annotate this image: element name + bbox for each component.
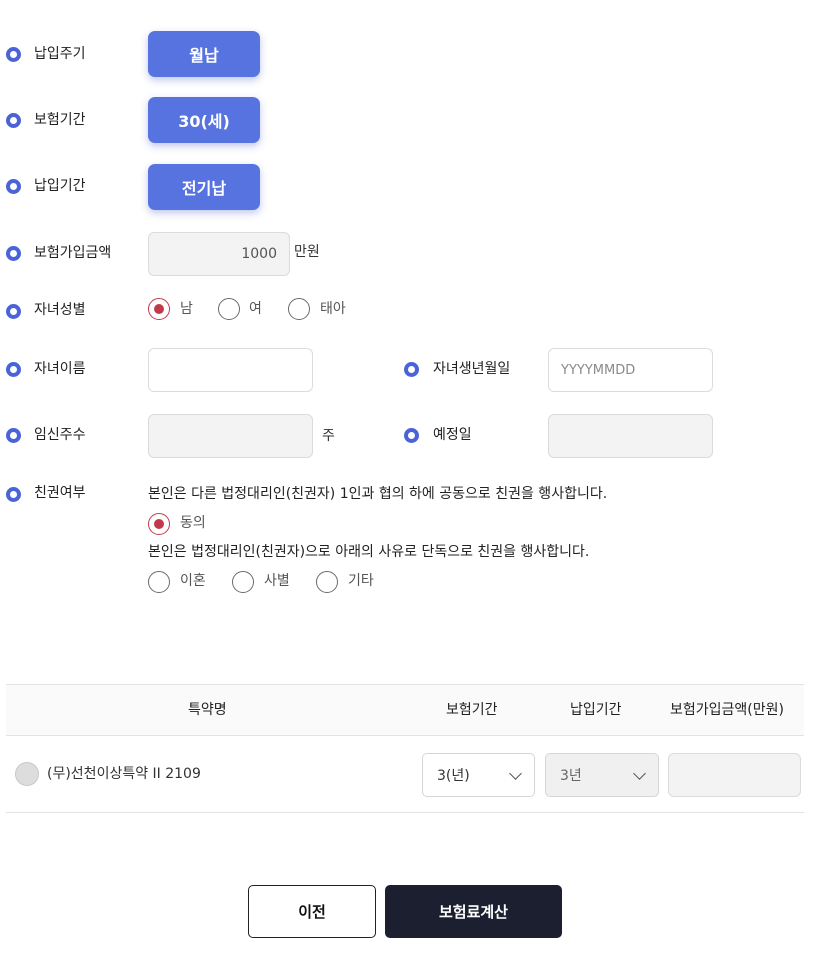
reason-other-label: 기타	[348, 573, 374, 589]
rider-period-value: 3(년)	[437, 768, 470, 784]
joint-authority-sentence: 본인은 다른 법정대리인(친권자) 1인과 협의 하에 공동으로 친권을 행사합…	[148, 486, 608, 502]
child-name-input[interactable]	[148, 348, 313, 392]
bullet-icon	[6, 304, 21, 319]
pregnancy-weeks-label: 임신주수	[34, 427, 86, 443]
bullet-icon	[6, 428, 21, 443]
reason-bereavement-label: 사별	[264, 573, 290, 589]
rider-pay-period-select[interactable]: 3년	[545, 753, 659, 797]
reason-divorce-radio[interactable]	[148, 571, 170, 593]
table-divider	[6, 812, 804, 813]
col-insurance-period: 보험기간	[446, 702, 498, 718]
gender-fetus-label: 태아	[320, 301, 346, 317]
payment-period-button[interactable]: 전기납	[148, 164, 260, 210]
chevron-down-icon	[509, 767, 522, 780]
rider-period-select[interactable]: 3(년)	[422, 753, 535, 797]
calculate-premium-button[interactable]: 보험료계산	[385, 885, 562, 938]
insured-amount-label: 보험가입금액	[34, 245, 112, 261]
bullet-icon	[6, 179, 21, 194]
pregnancy-weeks-unit: 주	[322, 428, 335, 444]
child-birth-input[interactable]: YYYYMMDD	[548, 348, 713, 392]
gender-female-radio[interactable]	[218, 298, 240, 320]
bullet-icon	[404, 362, 419, 377]
child-birth-label: 자녀생년월일	[433, 361, 511, 377]
prev-button[interactable]: 이전	[248, 885, 376, 938]
rider-name: (무)선천이상특약 II 2109	[47, 766, 201, 782]
sole-authority-sentence: 본인은 법정대리인(친권자)으로 아래의 사유로 단독으로 친권을 행사합니다.	[148, 544, 590, 560]
insurance-period-label: 보험기간	[34, 112, 86, 128]
insured-amount-input[interactable]: 1000	[148, 232, 290, 276]
agree-label: 동의	[180, 515, 206, 531]
bullet-icon	[6, 487, 21, 502]
bullet-icon	[404, 428, 419, 443]
reason-bereavement-radio[interactable]	[232, 571, 254, 593]
col-insured-amount: 보험가입금액(만원)	[670, 702, 784, 718]
gender-male-radio[interactable]	[148, 298, 170, 320]
gender-female-label: 여	[249, 301, 262, 317]
bullet-icon	[6, 362, 21, 377]
chevron-down-icon	[633, 767, 646, 780]
agree-radio[interactable]	[148, 513, 170, 535]
insured-amount-unit: 만원	[294, 244, 320, 260]
reason-divorce-label: 이혼	[180, 573, 206, 589]
payment-cycle-button[interactable]: 월납	[148, 31, 260, 77]
bullet-icon	[6, 246, 21, 261]
gender-fetus-radio[interactable]	[288, 298, 310, 320]
bullet-icon	[6, 113, 21, 128]
insurance-period-button[interactable]: 30(세)	[148, 97, 260, 143]
due-date-label: 예정일	[433, 427, 472, 443]
due-date-input[interactable]	[548, 414, 713, 458]
child-birth-placeholder: YYYYMMDD	[561, 362, 636, 378]
child-gender-label: 자녀성별	[34, 302, 86, 318]
col-rider-name: 특약명	[188, 702, 227, 718]
bullet-icon	[6, 47, 21, 62]
payment-period-label: 납입기간	[34, 178, 86, 194]
payment-cycle-label: 납입주기	[34, 46, 86, 62]
gender-male-label: 남	[180, 301, 193, 317]
child-name-label: 자녀이름	[34, 361, 86, 377]
pregnancy-weeks-input[interactable]	[148, 414, 313, 458]
col-payment-period: 납입기간	[570, 702, 622, 718]
reason-other-radio[interactable]	[316, 571, 338, 593]
rider-pay-period-value: 3년	[560, 768, 582, 784]
rider-select-checkbox[interactable]	[15, 762, 39, 786]
rider-amount-input[interactable]	[668, 753, 801, 797]
parental-authority-label: 친권여부	[34, 485, 86, 501]
